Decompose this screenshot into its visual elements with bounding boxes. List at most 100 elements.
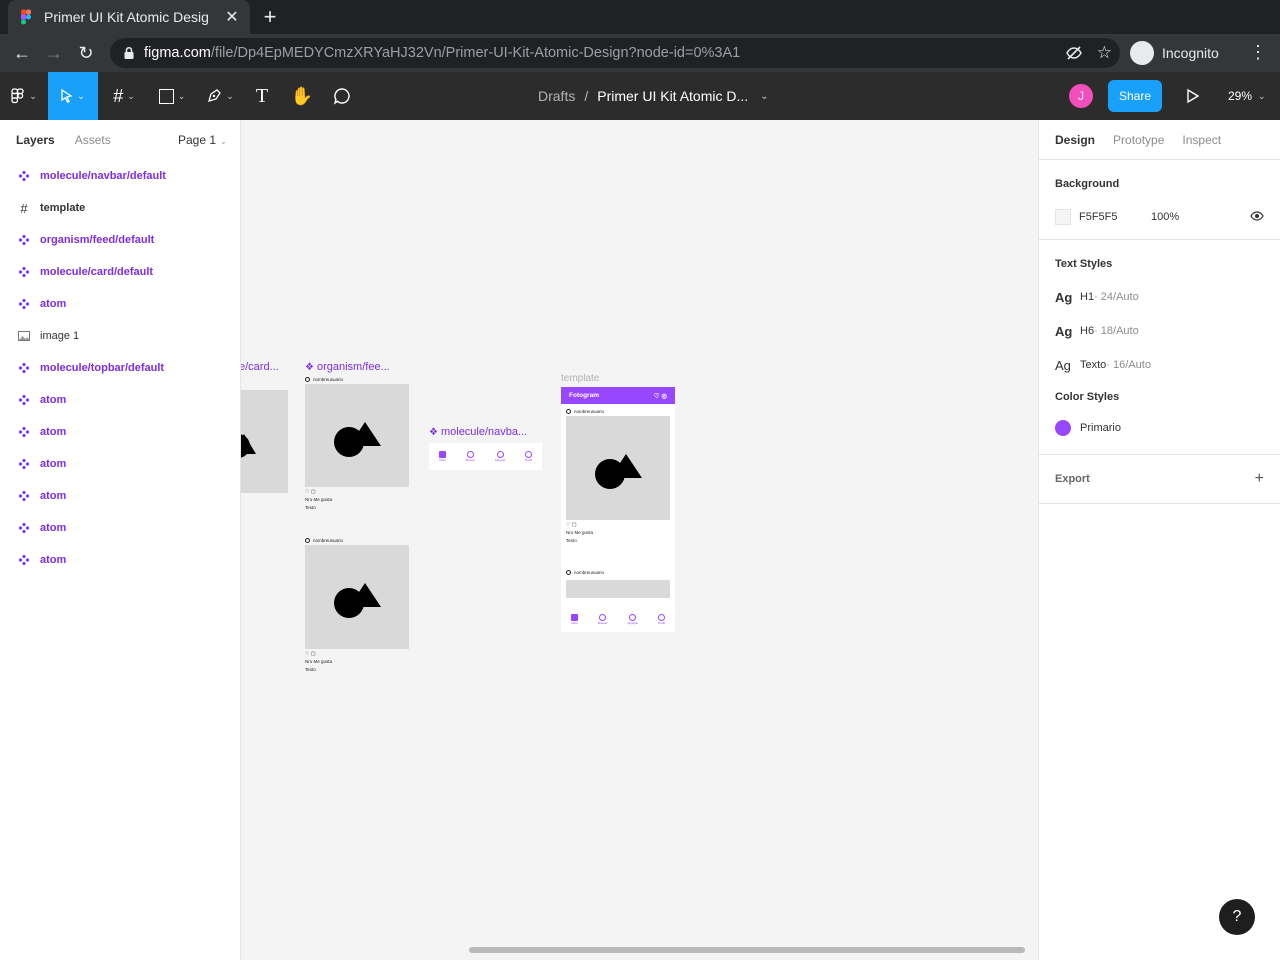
incognito-label: Incognito	[1162, 45, 1219, 61]
chevron-down-icon: ⌄	[220, 137, 227, 146]
layer-label: atom	[40, 426, 67, 438]
frame-icon: #	[113, 85, 124, 106]
frame-label-card[interactable]: e/card...	[241, 361, 279, 373]
browser-tab[interactable]: Primer UI Kit Atomic Desig ✕	[8, 0, 250, 34]
text-style-preview: Ag	[1055, 323, 1073, 339]
tab-assets[interactable]: Assets	[75, 133, 111, 147]
address-bar[interactable]: figma.com/file/Dp4EpMEDYCmzXRYaHJ32Vn/Pr…	[110, 38, 1120, 68]
file-name[interactable]: Primer UI Kit Atomic D...	[597, 88, 748, 104]
feed-post-2[interactable]: nombreusuario ♡ ▢ Nro Me gusta Texto	[305, 535, 409, 672]
main-menu-button[interactable]: ⌄	[2, 72, 46, 120]
text-style-name: H6	[1080, 325, 1095, 337]
pen-tool-button[interactable]: ⌄	[198, 72, 242, 120]
layer-item[interactable]: molecule/card/default	[0, 256, 240, 288]
post-text: Texto	[305, 667, 316, 672]
frame-label-template[interactable]: template	[561, 373, 599, 384]
color-style-primario[interactable]: Primario	[1055, 412, 1264, 444]
new-tab-icon[interactable]: +	[258, 4, 282, 30]
export-section: Export +	[1039, 455, 1280, 504]
text-style-meta: · 24/Auto	[1094, 291, 1139, 303]
layer-item[interactable]: atom	[0, 288, 240, 320]
nav-item-add: Agregar	[627, 613, 638, 625]
page-selector[interactable]: Page 1 ⌄	[178, 133, 227, 147]
topbar: Fotogram ♡ ◎	[561, 387, 675, 404]
breadcrumb-separator: /	[584, 88, 589, 104]
avatar[interactable]: J	[1069, 84, 1093, 108]
canvas[interactable]: e/card... ❖ organism/fee... nombreusuario…	[241, 120, 1038, 960]
figma-favicon-icon	[21, 9, 31, 25]
close-tab-icon[interactable]: ✕	[224, 7, 240, 27]
layer-item[interactable]: # template	[0, 192, 240, 224]
navbar-molecule[interactable]: Inicio Buscar Agregar Perfil	[429, 443, 542, 470]
background-swatch[interactable]	[1055, 209, 1071, 225]
layer-item[interactable]: molecule/navbar/default	[0, 160, 240, 192]
right-panel-tabs: Design Prototype Inspect	[1039, 120, 1280, 160]
text-style-name: Texto	[1080, 359, 1107, 371]
forward-icon[interactable]: →	[42, 41, 66, 65]
browser-menu-icon[interactable]: ⋮	[1248, 42, 1268, 63]
nav-item-search: Buscar	[598, 613, 607, 625]
text-tool-button[interactable]: T	[248, 72, 276, 120]
properties-panel: Design Prototype Inspect Background F5F5…	[1038, 120, 1280, 960]
color-styles-title: Color Styles	[1055, 391, 1120, 403]
breadcrumb-drafts[interactable]: Drafts	[538, 88, 575, 104]
layer-item[interactable]: atom	[0, 544, 240, 576]
tab-prototype[interactable]: Prototype	[1113, 133, 1164, 147]
layers-panel: Layers Assets Page 1 ⌄ molecule/navbar/de…	[0, 120, 241, 960]
user-icon	[566, 408, 571, 414]
user-icon	[566, 569, 571, 575]
template-frame[interactable]: Fotogram ♡ ◎ nombreusuario ♡ ▢ Nro Me gus…	[561, 387, 675, 632]
layer-item[interactable]: atom	[0, 512, 240, 544]
incognito-indicator[interactable]: Incognito	[1130, 39, 1219, 67]
star-bookmark-icon[interactable]: ☆	[1097, 44, 1112, 62]
share-button[interactable]: Share	[1108, 80, 1162, 112]
layer-label: atom	[40, 554, 67, 566]
reload-icon[interactable]: ↻	[74, 41, 98, 65]
layer-item[interactable]: atom	[0, 480, 240, 512]
likes-count: Nro Me gusta	[305, 497, 333, 502]
background-hex[interactable]: F5F5F5	[1079, 211, 1118, 223]
frame-label-navbar[interactable]: ❖ molecule/navba...	[429, 426, 527, 438]
back-icon[interactable]: ←	[10, 41, 34, 65]
frame-tool-button[interactable]: # ⌄	[102, 72, 146, 120]
background-fill-row[interactable]: F5F5F5 100%	[1055, 204, 1264, 230]
component-icon	[18, 426, 30, 438]
tab-inspect[interactable]: Inspect	[1182, 133, 1221, 147]
tab-design[interactable]: Design	[1055, 133, 1095, 147]
text-style-item[interactable]: Ag H6 · 18/Auto	[1055, 314, 1264, 348]
background-opacity[interactable]: 100%	[1151, 211, 1179, 223]
tab-layers[interactable]: Layers	[16, 133, 55, 147]
shape-tool-button[interactable]: ⌄	[150, 72, 194, 120]
comment-tool-button[interactable]	[328, 72, 356, 120]
component-icon	[18, 170, 30, 182]
layer-item[interactable]: atom	[0, 448, 240, 480]
component-icon	[18, 362, 30, 374]
tab-title: Primer UI Kit Atomic Desig	[44, 9, 209, 25]
layer-item[interactable]: atom	[0, 416, 240, 448]
add-export-icon[interactable]: +	[1255, 470, 1264, 488]
eye-off-icon[interactable]	[1065, 44, 1083, 62]
text-style-preview: Ag	[1055, 357, 1071, 373]
card-molecule[interactable]	[241, 390, 288, 493]
eye-icon[interactable]	[1250, 209, 1264, 223]
present-play-icon[interactable]	[1180, 84, 1204, 108]
layer-item[interactable]: atom	[0, 384, 240, 416]
text-style-item[interactable]: Ag Texto · 16/Auto	[1055, 348, 1264, 382]
help-button[interactable]: ?	[1219, 899, 1255, 935]
layer-item[interactable]: molecule/topbar/default	[0, 352, 240, 384]
user-icon	[305, 376, 310, 382]
layer-label: atom	[40, 298, 67, 310]
chevron-down-icon[interactable]: ⌄	[760, 91, 768, 102]
horizontal-scrollbar[interactable]	[469, 947, 1025, 953]
feed-post-1[interactable]: nombreusuario ♡ ▢ Nro Me gusta Texto	[305, 374, 409, 510]
zoom-dropdown[interactable]: 29% ⌄	[1228, 72, 1266, 120]
left-panel-tabs: Layers Assets Page 1 ⌄	[0, 120, 240, 160]
layer-list: molecule/navbar/default # template organism…	[0, 160, 240, 576]
layer-item[interactable]: image 1	[0, 320, 240, 352]
frame-label-feed[interactable]: ❖ organism/fee...	[305, 361, 390, 373]
url-text: figma.com/file/Dp4EpMEDYCmzXRYaHJ32Vn/Pr…	[144, 45, 741, 61]
layer-item[interactable]: organism/feed/default	[0, 224, 240, 256]
zoom-value: 29%	[1228, 89, 1253, 103]
move-tool-button[interactable]: ⌄	[48, 72, 98, 120]
hand-tool-button[interactable]: ✋	[288, 72, 316, 120]
